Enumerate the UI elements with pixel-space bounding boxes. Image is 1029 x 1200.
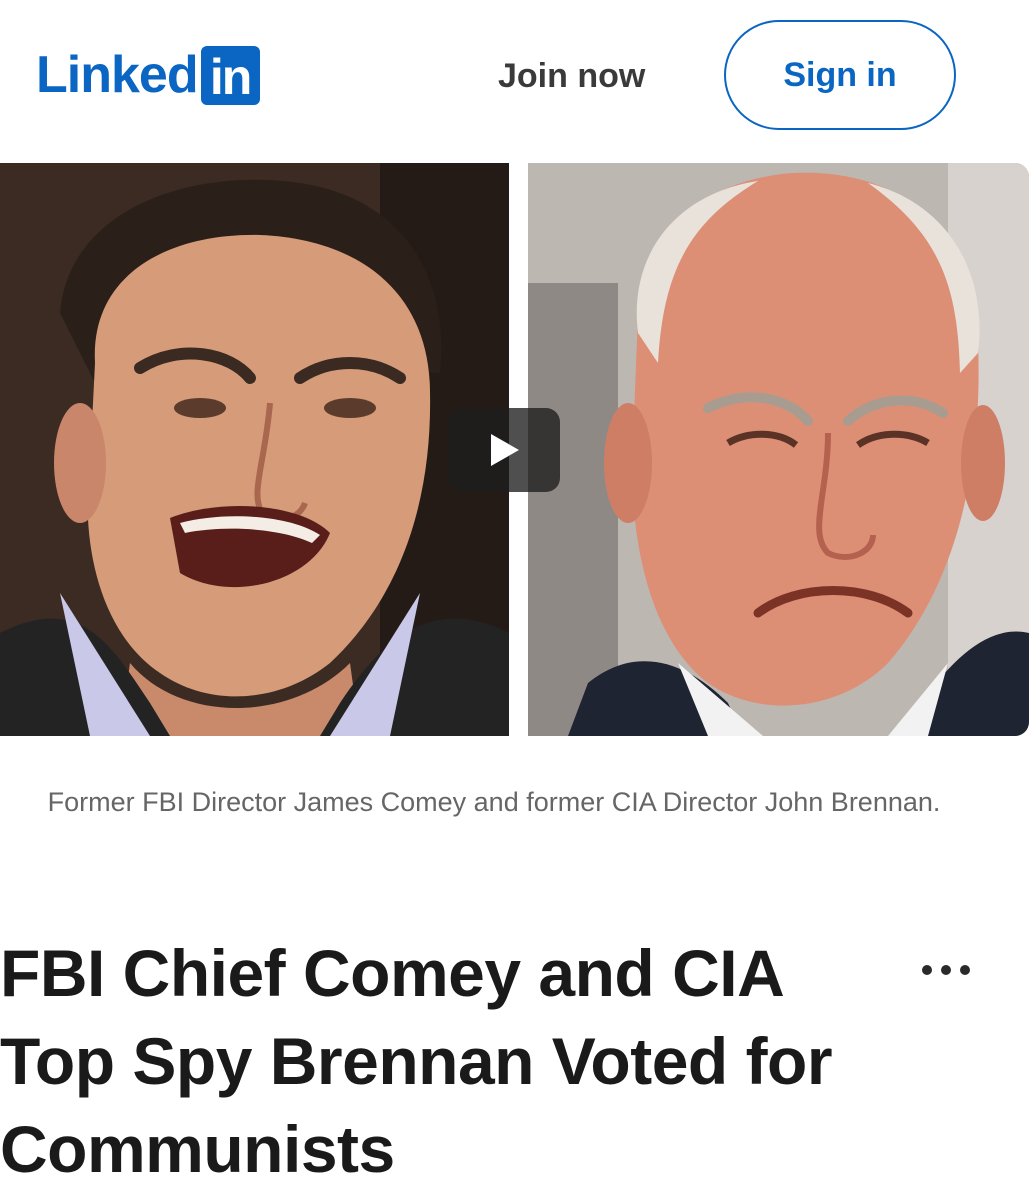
sign-in-button[interactable]: Sign in [724,20,956,130]
image-caption: Former FBI Director James Comey and form… [47,787,941,817]
article-title: FBI Chief Comey and CIA Top Spy Brennan … [0,936,833,1186]
play-icon [491,434,519,466]
article-cover-video[interactable] [0,163,1029,736]
person-photo-right [528,163,1029,736]
linkedin-logo[interactable]: Linked in [36,44,260,106]
more-horizontal-icon [922,965,970,975]
more-options-button[interactable] [910,948,982,992]
logo-in-box: in [200,45,260,105]
top-nav-bar: Linked in Join now Sign in [0,0,1029,150]
person-photo-left [0,163,509,736]
person-photo-right-illustration [528,163,1029,736]
logo-wordmark: Linked [36,46,199,104]
join-now-link[interactable]: Join now [498,56,645,96]
article-page: Linked in Join now Sign in Former FBI Di… [0,0,1029,1200]
play-button[interactable] [448,408,560,492]
person-photo-left-illustration [0,163,509,736]
